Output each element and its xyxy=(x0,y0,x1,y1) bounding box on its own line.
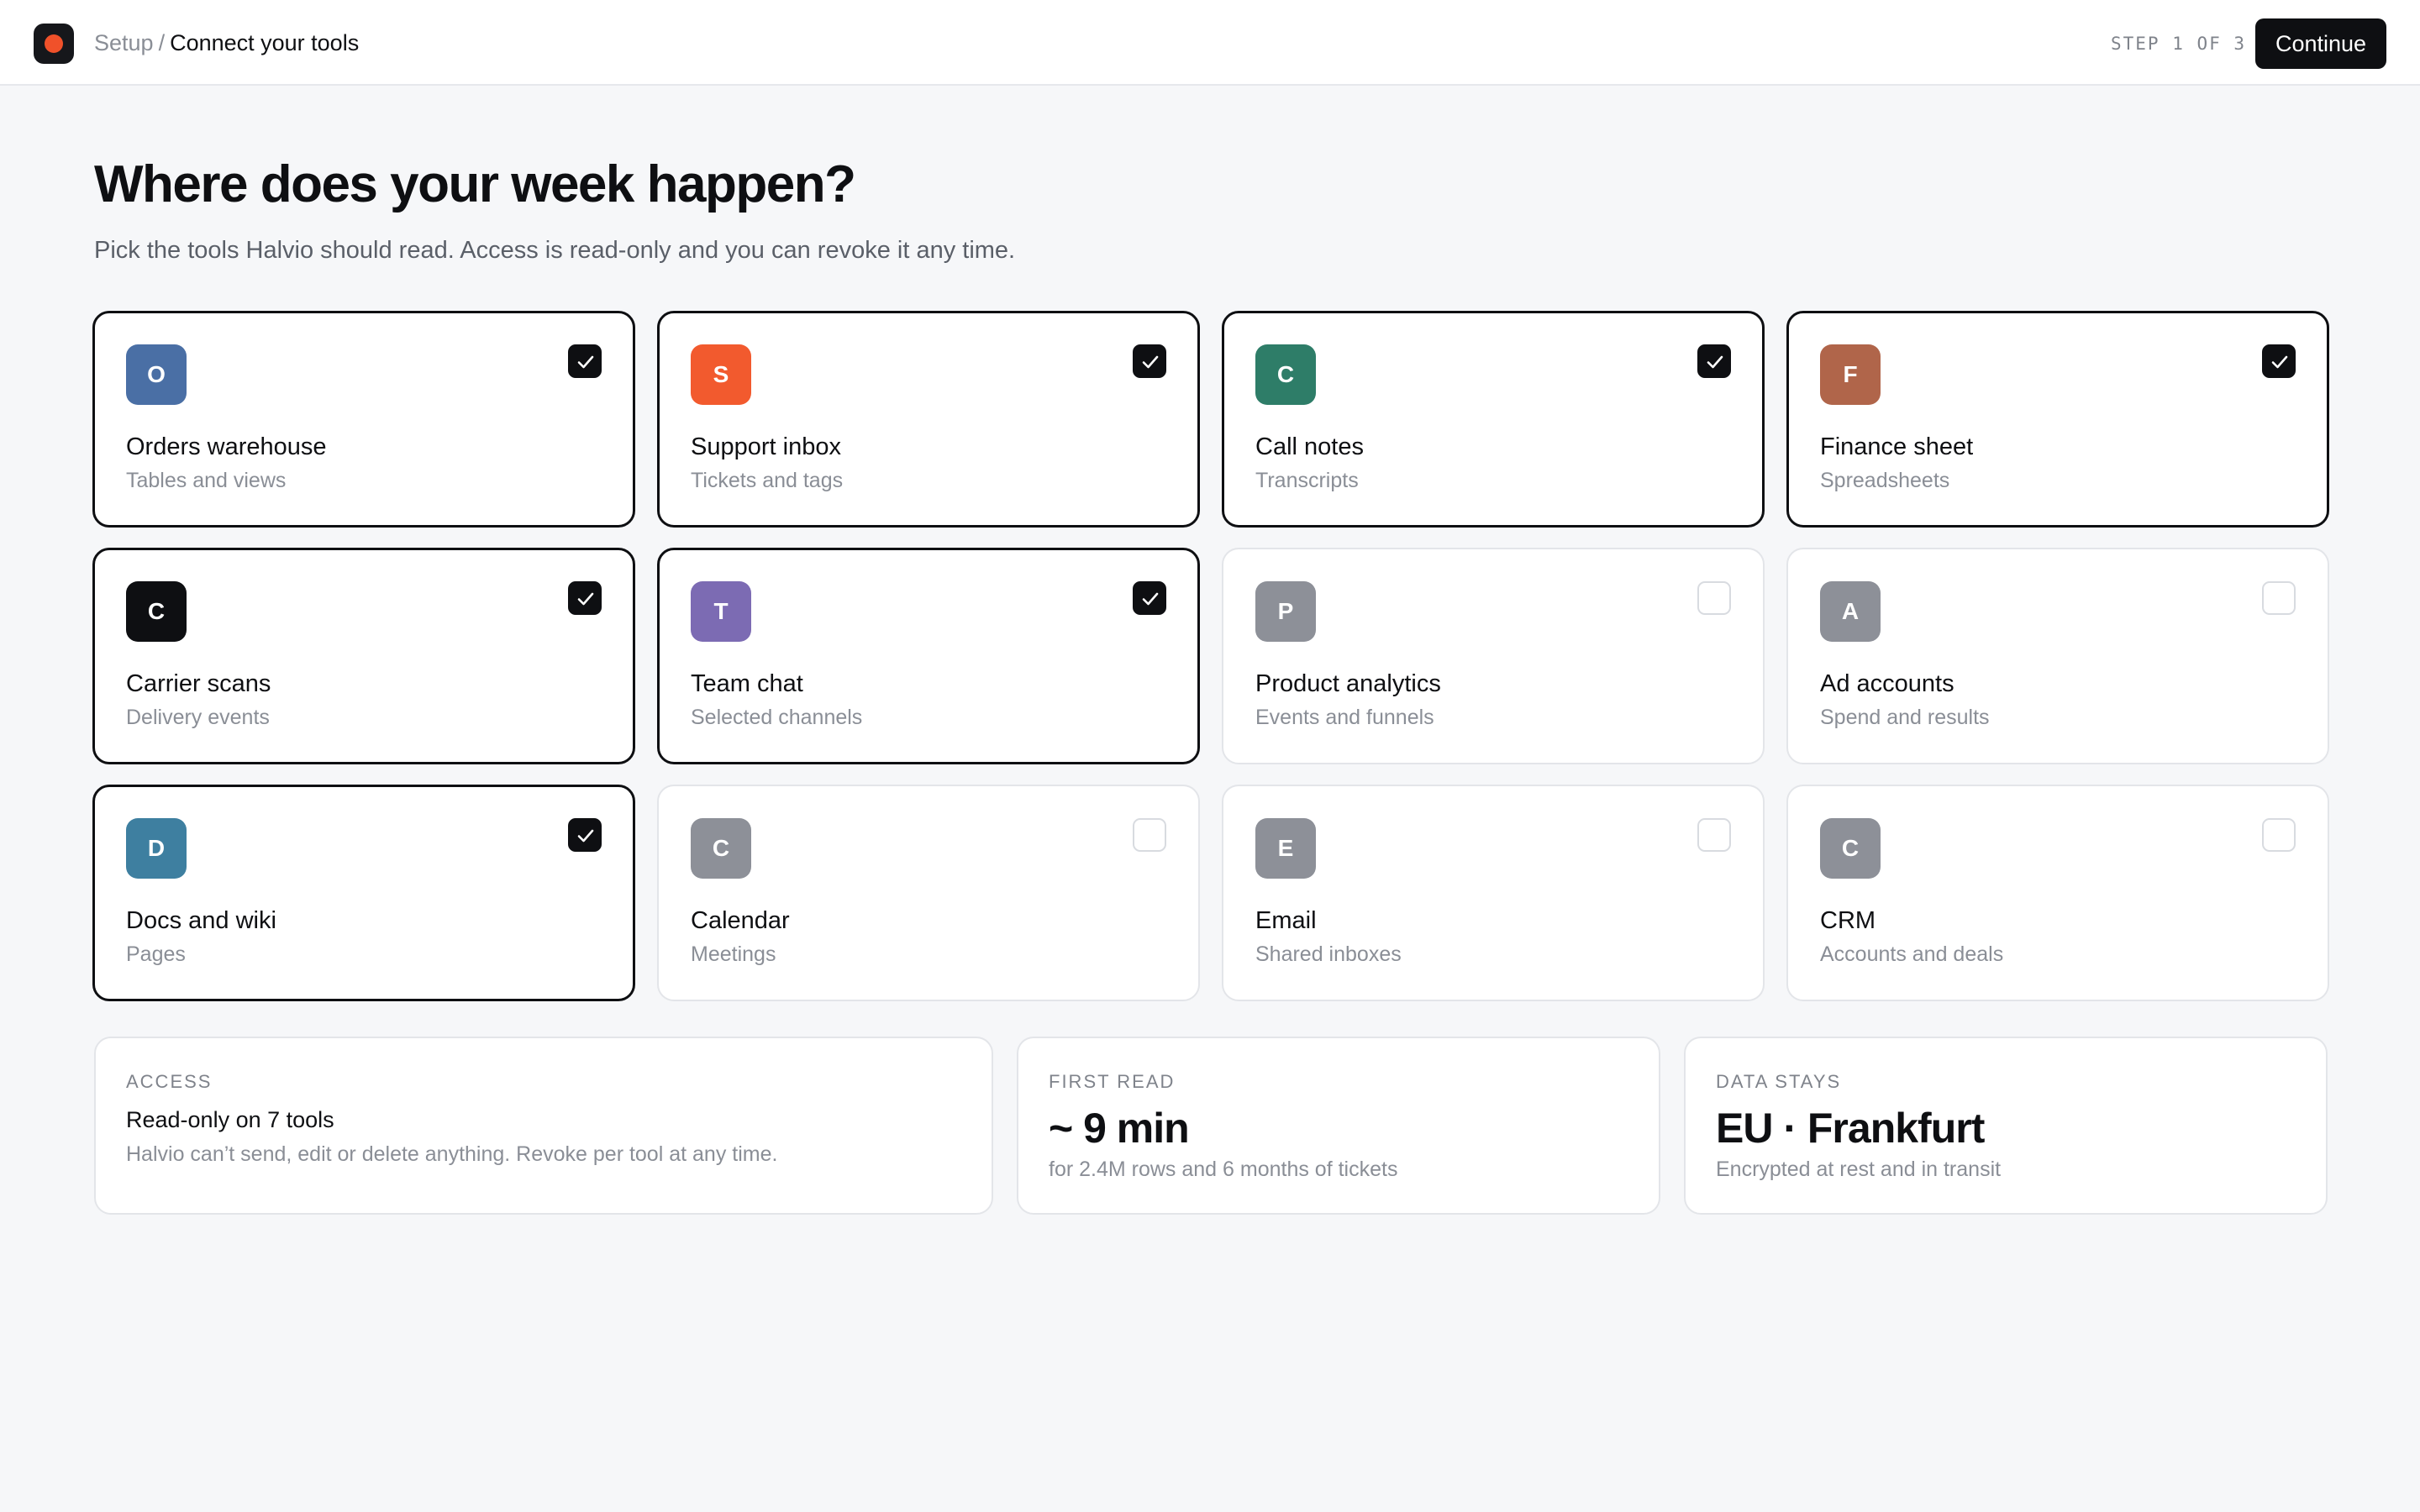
tool-badge-icon: S xyxy=(691,344,751,405)
tool-name: Finance sheet xyxy=(1820,433,1974,460)
tool-checkbox[interactable] xyxy=(568,344,602,378)
access-note: Halvio can’t send, edit or delete anythi… xyxy=(126,1142,778,1166)
tool-description: Spreadsheets xyxy=(1820,469,1950,492)
tool-description: Pages xyxy=(126,942,186,966)
tool-card[interactable]: E Email Shared inboxes xyxy=(1222,785,1765,1001)
tool-checkbox[interactable] xyxy=(568,818,602,852)
tool-name: Call notes xyxy=(1255,433,1364,460)
access-title: Read-only on 7 tools xyxy=(126,1107,334,1132)
first-read-label: FIRST READ xyxy=(1049,1071,1176,1092)
tool-badge-icon: P xyxy=(1255,581,1316,642)
tool-name: Calendar xyxy=(691,907,790,934)
tool-checkbox[interactable] xyxy=(1133,344,1166,378)
tool-checkbox[interactable] xyxy=(2262,344,2296,378)
tool-checkbox[interactable] xyxy=(2262,818,2296,852)
tool-badge-icon: C xyxy=(126,581,187,642)
data-location-card: DATA STAYS EU · Frankfurt Encrypted at r… xyxy=(1684,1037,2328,1215)
step-indicator: STEP 1 OF 3 xyxy=(2111,34,2247,54)
tool-card[interactable]: C Calendar Meetings xyxy=(657,785,1200,1001)
tool-checkbox[interactable] xyxy=(2262,581,2296,615)
tool-description: Shared inboxes xyxy=(1255,942,1402,966)
tool-description: Transcripts xyxy=(1255,469,1359,492)
access-summary-card: ACCESS Read-only on 7 tools Halvio can’t… xyxy=(94,1037,993,1215)
top-bar: Setup / Connect your tools STEP 1 OF 3 Con… xyxy=(0,0,2420,86)
checkmark-icon xyxy=(1707,355,1723,369)
tool-badge-icon: D xyxy=(126,818,187,879)
tool-name: Support inbox xyxy=(691,433,841,460)
tool-description: Tables and views xyxy=(126,469,287,492)
tool-checkbox[interactable] xyxy=(1697,818,1731,852)
data-stays-value: EU · Frankfurt xyxy=(1716,1105,1985,1152)
checkmark-icon xyxy=(1142,592,1159,606)
tool-card[interactable]: C Call notes Transcripts xyxy=(1222,311,1765,528)
tool-name: Email xyxy=(1255,907,1317,934)
tool-name: Team chat xyxy=(691,670,803,697)
tool-badge-icon: C xyxy=(1255,344,1316,405)
tool-badge-icon: C xyxy=(691,818,751,879)
checkmark-icon xyxy=(1142,355,1159,369)
tool-checkbox[interactable] xyxy=(1697,344,1731,378)
tool-badge-icon: A xyxy=(1820,581,1881,642)
breadcrumb-current: Connect your tools xyxy=(170,30,360,55)
tool-name: CRM xyxy=(1820,907,1876,934)
data-stays-note: Encrypted at rest and in transit xyxy=(1716,1158,2002,1181)
tool-card[interactable]: C Carrier scans Delivery events xyxy=(92,548,635,764)
tool-grid: O Orders warehouse Tables and views S Suppor… xyxy=(92,311,2329,1001)
checkmark-icon xyxy=(577,829,594,843)
tool-checkbox[interactable] xyxy=(568,581,602,615)
access-label: ACCESS xyxy=(126,1071,213,1092)
continue-button[interactable]: Continue xyxy=(2255,18,2386,69)
first-read-card: FIRST READ ~ 9 min for 2.4M rows and 6 m… xyxy=(1017,1037,1660,1215)
first-read-value: ~ 9 min xyxy=(1049,1105,1190,1152)
tool-name: Orders warehouse xyxy=(126,433,327,460)
tool-card[interactable]: T Team chat Selected channels xyxy=(657,548,1200,764)
tool-name: Docs and wiki xyxy=(126,907,276,934)
tool-card[interactable]: F Finance sheet Spreadsheets xyxy=(1786,311,2329,528)
breadcrumb: Setup / Connect your tools xyxy=(94,29,359,57)
tool-name: Product analytics xyxy=(1255,670,1441,697)
tool-card[interactable]: S Support inbox Tickets and tags xyxy=(657,311,1200,528)
checkmark-icon xyxy=(577,355,594,369)
tool-card[interactable]: C CRM Accounts and deals xyxy=(1786,785,2329,1001)
tool-description: Events and funnels xyxy=(1255,706,1434,729)
tool-card[interactable]: P Product analytics Events and funnels xyxy=(1222,548,1765,764)
tool-name: Carrier scans xyxy=(126,670,271,697)
tool-badge-icon: C xyxy=(1820,818,1881,879)
tool-checkbox[interactable] xyxy=(1133,581,1166,615)
tool-checkbox[interactable] xyxy=(1697,581,1731,615)
tool-description: Delivery events xyxy=(126,706,270,729)
tool-card[interactable]: D Docs and wiki Pages xyxy=(92,785,635,1001)
tool-badge-icon: O xyxy=(126,344,187,405)
tool-name: Ad accounts xyxy=(1820,670,1954,697)
tool-description: Meetings xyxy=(691,942,776,966)
tool-checkbox[interactable] xyxy=(1133,818,1166,852)
page-subtitle: Pick the tools Halvio should read. Acces… xyxy=(94,237,1016,264)
first-read-note: for 2.4M rows and 6 months of tickets xyxy=(1049,1158,1398,1181)
checkmark-icon xyxy=(2271,355,2288,369)
tool-description: Spend and results xyxy=(1820,706,1990,729)
app-logo[interactable] xyxy=(34,24,74,64)
tool-description: Tickets and tags xyxy=(691,469,844,492)
tool-card[interactable]: O Orders warehouse Tables and views xyxy=(92,311,635,528)
tool-badge-icon: F xyxy=(1820,344,1881,405)
tool-description: Accounts and deals xyxy=(1820,942,2004,966)
tool-badge-icon: E xyxy=(1255,818,1316,879)
breadcrumb-setup-link[interactable]: Setup xyxy=(94,30,154,55)
page-title: Where does your week happen? xyxy=(94,155,856,213)
tool-badge-icon: T xyxy=(691,581,751,642)
breadcrumb-separator: / xyxy=(158,30,166,55)
data-stays-label: DATA STAYS xyxy=(1716,1071,1842,1092)
tool-card[interactable]: A Ad accounts Spend and results xyxy=(1786,548,2329,764)
checkmark-icon xyxy=(577,592,594,606)
tool-description: Selected channels xyxy=(691,706,863,729)
